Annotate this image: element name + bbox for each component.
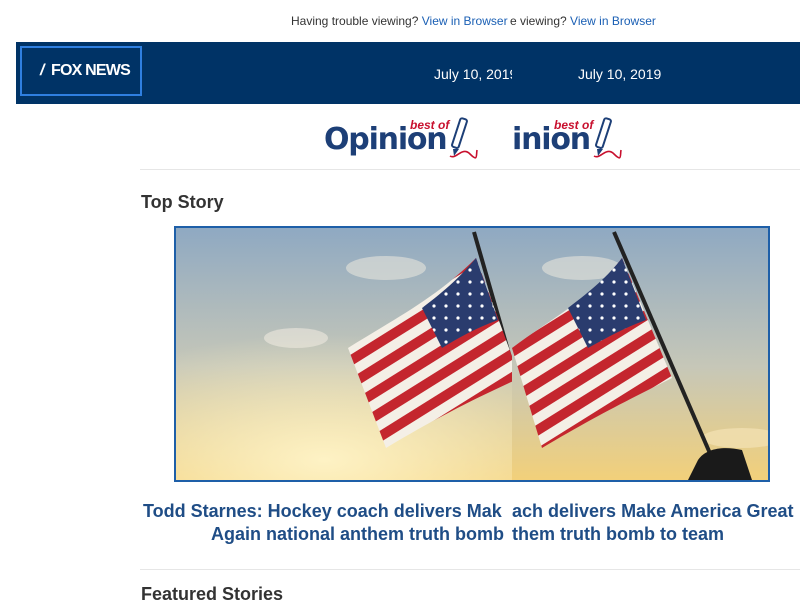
view-in-browser-link-2[interactable]: View in Browser xyxy=(570,14,656,28)
fox-logo-slash-icon: / xyxy=(40,62,45,79)
divider-2 xyxy=(140,569,800,570)
header-date-2: July 10, 2019 xyxy=(578,66,662,82)
trouble-viewing-text-2: e viewing? xyxy=(510,14,571,28)
logo-text: FOX NEWS xyxy=(51,62,131,79)
headline-line-2-repeat: them truth bomb to team xyxy=(512,524,724,544)
opinion-logo-2: inion best of xyxy=(512,110,622,170)
opinion-logo: Opinion best of xyxy=(322,110,512,170)
top-story-heading: Top Story xyxy=(141,192,224,212)
flag-photo-panel xyxy=(176,228,512,480)
best-of-label: best of xyxy=(410,118,450,132)
pen-icon xyxy=(449,117,478,159)
pen-icon-2 xyxy=(593,117,622,159)
header-bar: / FOX NEWS July 10, 2019 July 10, 2019 xyxy=(16,42,800,104)
fox-news-logo[interactable]: / FOX NEWS xyxy=(20,46,142,96)
top-story-image[interactable] xyxy=(174,226,770,482)
headline-right: ach delivers Make America Great them tru… xyxy=(512,500,800,546)
view-in-browser-link[interactable]: View in Browser xyxy=(422,14,508,28)
headline-line-1: Todd Starnes: Hockey coach delivers Mak xyxy=(143,501,502,521)
header-date: July 10, 2019 xyxy=(434,66,512,82)
divider xyxy=(140,169,800,170)
view-in-browser-line-1: Having trouble viewing? View in Browser xyxy=(291,14,510,28)
best-of-opinion-banner: Opinion best of inion best of xyxy=(0,110,800,170)
view-in-browser-line-2: e viewing? View in Browser xyxy=(510,14,670,28)
headline-left: Todd Starnes: Hockey coach delivers Mak … xyxy=(143,500,512,546)
headline-line-2: Again national anthem truth bomb xyxy=(211,524,504,544)
best-of-label-2: best of xyxy=(554,118,594,132)
flag-photo-panel-2 xyxy=(512,228,768,480)
featured-stories-heading: Featured Stories xyxy=(141,584,284,600)
trouble-viewing-text: Having trouble viewing? xyxy=(291,14,422,28)
newsletter-page: Having trouble viewing? View in Browser … xyxy=(0,0,800,600)
pre-header: Having trouble viewing? View in Browser … xyxy=(0,0,800,42)
headline-line-1-repeat: ach delivers Make America Great xyxy=(512,501,794,521)
